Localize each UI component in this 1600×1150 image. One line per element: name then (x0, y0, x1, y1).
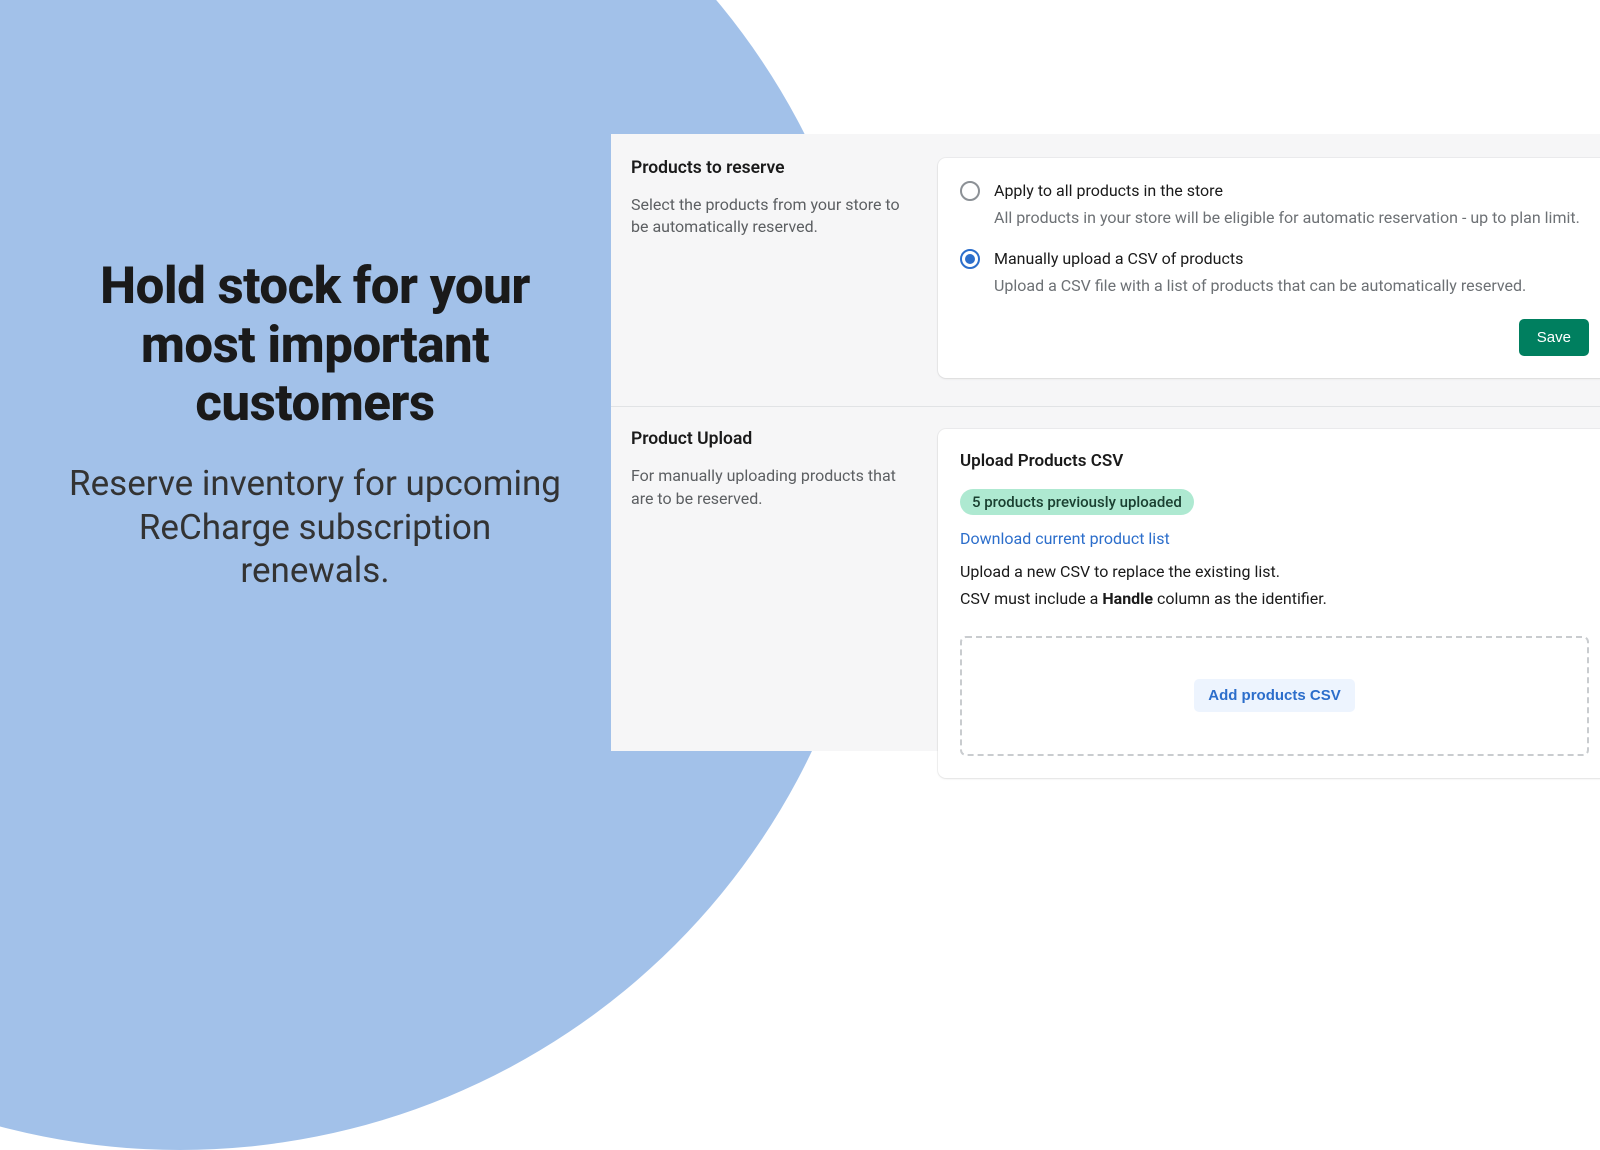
reserve-options-card: Apply to all products in the store All p… (938, 158, 1600, 378)
radio-icon[interactable] (960, 249, 980, 269)
hero-section: Hold stock for your most important custo… (65, 258, 565, 593)
section-header: Product Upload For manually uploading pr… (631, 429, 916, 778)
upload-count-badge: 5 products previously uploaded (960, 489, 1194, 515)
radio-label: Apply to all products in the store (994, 180, 1589, 202)
radio-help-text: Upload a CSV file with a list of product… (994, 274, 1589, 297)
upload-format-instruction: CSV must include a Handle column as the … (960, 587, 1589, 612)
hero-title: Hold stock for your most important custo… (65, 258, 565, 434)
radio-option-all-products[interactable]: Apply to all products in the store All p… (960, 180, 1589, 230)
upload-card-title: Upload Products CSV (960, 451, 1589, 471)
app-panel: Products to reserve Select the products … (611, 134, 1600, 751)
radio-help-text: All products in your store will be eligi… (994, 206, 1589, 229)
upload-instruction: Upload a new CSV to replace the existing… (960, 560, 1589, 585)
hero-subtitle: Reserve inventory for upcoming ReCharge … (65, 462, 565, 593)
section-products-to-reserve: Products to reserve Select the products … (611, 134, 1600, 406)
radio-icon[interactable] (960, 181, 980, 201)
section-product-upload: Product Upload For manually uploading pr… (611, 406, 1600, 778)
section-title: Products to reserve (631, 158, 916, 178)
section-description: Select the products from your store to b… (631, 194, 916, 239)
csv-dropzone[interactable]: Add products CSV (960, 636, 1589, 756)
radio-option-csv-upload[interactable]: Manually upload a CSV of products Upload… (960, 248, 1589, 298)
save-button[interactable]: Save (1519, 319, 1589, 356)
download-product-list-link[interactable]: Download current product list (960, 529, 1589, 548)
section-header: Products to reserve Select the products … (631, 158, 916, 406)
upload-card: Upload Products CSV 5 products previousl… (938, 429, 1600, 778)
section-title: Product Upload (631, 429, 916, 449)
radio-label: Manually upload a CSV of products (994, 248, 1589, 270)
add-products-csv-button[interactable]: Add products CSV (1194, 679, 1355, 712)
section-description: For manually uploading products that are… (631, 465, 916, 510)
